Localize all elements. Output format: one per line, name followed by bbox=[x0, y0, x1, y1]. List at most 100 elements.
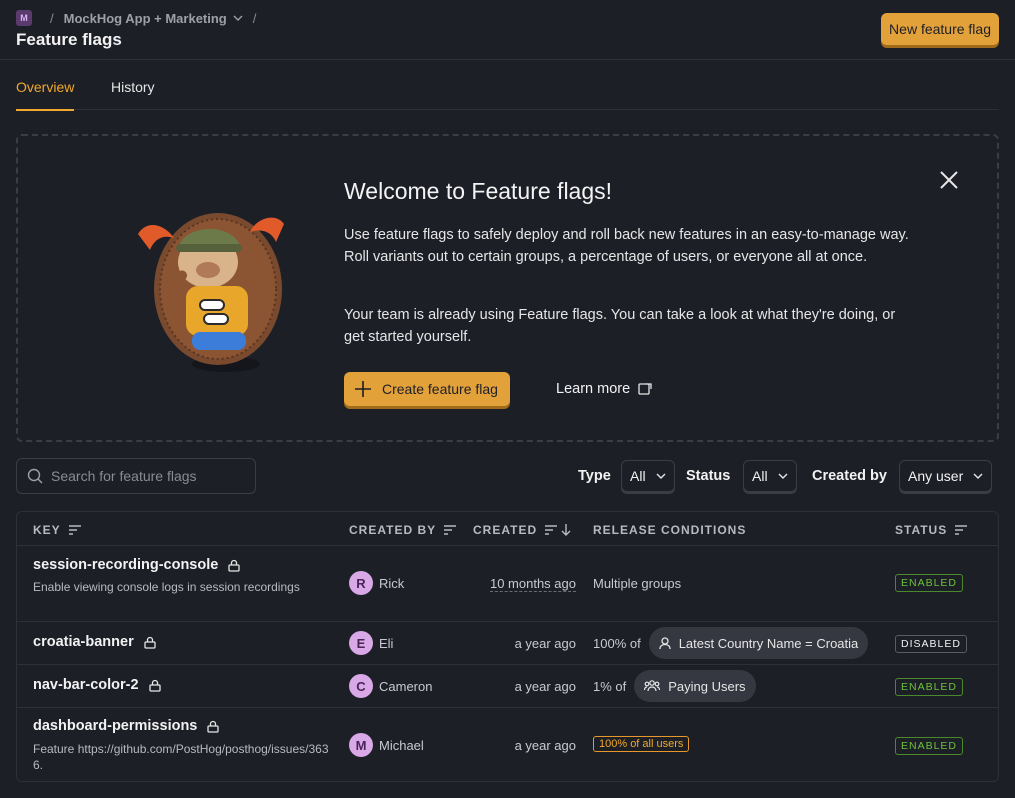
type-filter-label: Type bbox=[578, 468, 611, 484]
project-switcher[interactable]: MockHog App + Marketing bbox=[64, 11, 243, 26]
table-header: KEY CREATED BY CREATED RELEASE CONDITION… bbox=[17, 512, 998, 546]
flag-key-link[interactable]: session-recording-console bbox=[33, 557, 240, 573]
sort-icon bbox=[545, 525, 558, 535]
condition-text: Latest Country Name = Croatia bbox=[678, 635, 859, 651]
welcome-description: Use feature flags to safely deploy and r… bbox=[344, 227, 909, 265]
column-created[interactable]: CREATED bbox=[473, 523, 571, 537]
status-select-value: All bbox=[752, 468, 768, 484]
sort-icon bbox=[444, 525, 457, 535]
release-conditions: 1% of Paying Users bbox=[593, 670, 756, 702]
flag-description: Enable viewing console logs in session r… bbox=[33, 580, 300, 594]
tab-history[interactable]: History bbox=[111, 79, 155, 95]
tab-bar: Overview History bbox=[16, 60, 999, 111]
plus-icon bbox=[355, 381, 371, 397]
flag-key-link[interactable]: croatia-banner bbox=[33, 634, 156, 650]
project-name: MockHog App + Marketing bbox=[63, 10, 227, 26]
created-by-select-value: Any user bbox=[908, 468, 964, 484]
flag-key-link[interactable]: dashboard-permissions bbox=[33, 718, 220, 734]
status-select[interactable]: All bbox=[743, 460, 797, 492]
lock-icon bbox=[144, 636, 156, 649]
page-title: Feature flags bbox=[16, 30, 122, 49]
flag-key: nav-bar-color-2 bbox=[33, 677, 139, 693]
lock-icon bbox=[228, 559, 240, 572]
learn-more-link[interactable]: Learn more bbox=[556, 381, 652, 397]
chevron-down-icon bbox=[656, 473, 666, 479]
creator: E Eli bbox=[349, 631, 393, 655]
person-icon bbox=[659, 636, 671, 649]
avatar: E bbox=[349, 631, 373, 655]
welcome-team-note: Your team is already using Feature flags… bbox=[344, 307, 896, 345]
type-select-value: All bbox=[630, 468, 646, 484]
sort-icon bbox=[955, 525, 968, 535]
condition-pill: Latest Country Name = Croatia bbox=[648, 627, 869, 659]
created-time: 10 months ago bbox=[489, 576, 576, 592]
lock-icon bbox=[148, 679, 161, 692]
condition-text: Paying Users bbox=[668, 678, 746, 694]
flag-description: Feature https://github.com/PostHog/posth… bbox=[33, 742, 329, 772]
column-key[interactable]: KEY bbox=[33, 523, 81, 537]
sort-icon bbox=[68, 525, 81, 535]
tab-overview[interactable]: Overview bbox=[16, 79, 75, 111]
breadcrumb-separator: / bbox=[50, 10, 54, 26]
create-feature-flag-label: Create feature flag bbox=[382, 381, 498, 397]
hedgehog-illustration bbox=[138, 213, 284, 372]
learn-more-label: Learn more bbox=[556, 381, 631, 397]
status-badge: ENABLED bbox=[895, 678, 964, 696]
chevron-down-icon bbox=[778, 473, 788, 479]
column-created-by[interactable]: CREATED BY bbox=[349, 523, 457, 537]
feature-flags-table: KEY CREATED BY CREATED RELEASE CONDITION… bbox=[16, 511, 999, 782]
status-badge: ENABLED bbox=[895, 737, 964, 755]
condition-pill: Paying Users bbox=[634, 670, 756, 702]
type-select[interactable]: All bbox=[621, 460, 675, 492]
chevron-down-icon bbox=[973, 473, 983, 479]
table-row[interactable]: session-recording-console Enable viewing… bbox=[17, 546, 998, 622]
create-feature-flag-button[interactable]: Create feature flag bbox=[344, 372, 510, 406]
creator-name: Michael bbox=[379, 737, 424, 753]
table-row[interactable]: nav-bar-color-2 C Cameron a year ago 1% … bbox=[17, 665, 998, 708]
arrow-down-icon bbox=[561, 524, 571, 536]
flag-key: croatia-banner bbox=[33, 634, 134, 650]
search-field[interactable] bbox=[16, 458, 256, 494]
flag-key-link[interactable]: nav-bar-color-2 bbox=[33, 677, 161, 693]
created-time: a year ago bbox=[514, 738, 576, 753]
creator-name: Eli bbox=[379, 635, 394, 651]
flag-key: session-recording-console bbox=[33, 557, 219, 573]
release-conditions: 100% of Latest Country Name = Croatia bbox=[593, 627, 869, 659]
creator-name: Cameron bbox=[379, 678, 433, 694]
avatar: M bbox=[349, 733, 373, 757]
column-created-by-label: CREATED BY bbox=[349, 523, 437, 537]
column-created-label: CREATED bbox=[473, 523, 538, 537]
welcome-title: Welcome to Feature flags! bbox=[344, 178, 613, 204]
creator-name: Rick bbox=[379, 575, 405, 591]
status-filter-label: Status bbox=[686, 468, 731, 484]
created-by-select[interactable]: Any user bbox=[899, 460, 993, 492]
users-icon bbox=[644, 680, 661, 692]
close-icon[interactable] bbox=[939, 170, 959, 190]
column-status[interactable]: STATUS bbox=[895, 523, 968, 537]
top-bar: M / MockHog App + Marketing / Feature fl… bbox=[0, 0, 1015, 60]
new-feature-flag-button[interactable]: New feature flag bbox=[881, 13, 999, 45]
avatar: C bbox=[349, 674, 373, 698]
column-key-label: KEY bbox=[33, 523, 61, 537]
release-tag: 100% of all users bbox=[593, 736, 690, 752]
status-badge: ENABLED bbox=[895, 574, 964, 592]
column-status-label: STATUS bbox=[895, 523, 948, 537]
search-icon bbox=[27, 468, 43, 484]
created-by-filter-label: Created by bbox=[812, 468, 887, 484]
lock-icon bbox=[207, 720, 220, 733]
breadcrumb: M / MockHog App + Marketing / bbox=[16, 10, 266, 26]
chevron-down-icon bbox=[233, 15, 243, 21]
release-percentage: 100% of bbox=[593, 635, 641, 651]
table-row[interactable]: dashboard-permissions Feature https://gi… bbox=[17, 708, 998, 781]
flag-key: dashboard-permissions bbox=[33, 718, 198, 734]
column-release-conditions: RELEASE CONDITIONS bbox=[593, 523, 747, 537]
welcome-panel: Welcome to Feature flags! Use feature fl… bbox=[16, 134, 999, 442]
table-row[interactable]: croatia-banner E Eli a year ago 100% of … bbox=[17, 622, 998, 665]
release-conditions: Multiple groups bbox=[593, 576, 682, 591]
external-link-icon bbox=[638, 383, 652, 395]
creator: R Rick bbox=[349, 571, 404, 595]
avatar: R bbox=[349, 571, 373, 595]
status-badge: DISABLED bbox=[895, 635, 967, 653]
breadcrumb-separator: / bbox=[252, 10, 257, 26]
search-input[interactable] bbox=[51, 468, 241, 484]
